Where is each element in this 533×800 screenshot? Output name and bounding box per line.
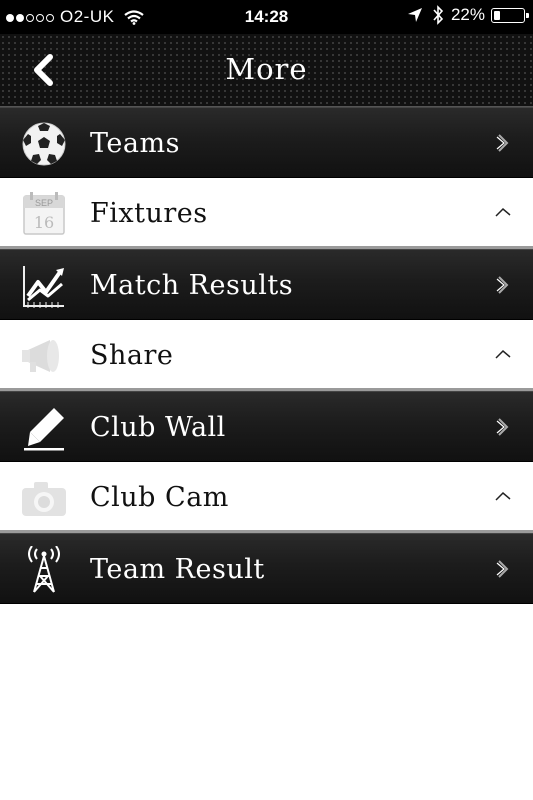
- carrier-name: O2-UK: [60, 7, 115, 26]
- menu-item-label: Team Result: [90, 554, 265, 585]
- megaphone-icon: [22, 340, 59, 372]
- wifi-icon: [124, 9, 145, 25]
- menu-item-club-cam[interactable]: Club Cam: [0, 462, 533, 533]
- camera-icon: [22, 482, 66, 516]
- chevron-up-icon: [495, 349, 511, 359]
- battery-percent: 22%: [450, 5, 485, 24]
- menu-list: Teams SEP 16 Fixtures Match Results Shar…: [0, 107, 533, 604]
- chevron-left-icon: [34, 54, 53, 86]
- back-button[interactable]: [26, 52, 62, 88]
- menu-item-label: Teams: [90, 128, 180, 159]
- menu-item-label: Fixtures: [90, 198, 208, 229]
- menu-item-club-wall[interactable]: Club Wall: [0, 391, 533, 462]
- navigation-bar: More: [0, 34, 533, 107]
- chevron-right-icon: [496, 134, 509, 152]
- menu-item-match-results[interactable]: Match Results: [0, 249, 533, 320]
- menu-item-teams[interactable]: Teams: [0, 107, 533, 178]
- location-arrow-icon: [407, 8, 422, 22]
- chevron-right-icon: [496, 276, 509, 294]
- signal-strength-icon: [6, 7, 56, 27]
- menu-item-label: Club Cam: [90, 482, 229, 513]
- soccer-ball-icon: [22, 122, 66, 166]
- menu-item-label: Club Wall: [90, 412, 226, 443]
- menu-item-label: Share: [90, 340, 174, 371]
- pencil-icon: [24, 408, 64, 451]
- menu-item-fixtures[interactable]: SEP 16 Fixtures: [0, 178, 533, 249]
- bluetooth-icon: [433, 5, 444, 25]
- menu-item-share[interactable]: Share: [0, 320, 533, 391]
- menu-item-team-result[interactable]: Team Result: [0, 533, 533, 604]
- antenna-icon: [28, 546, 60, 593]
- svg-text:16: 16: [34, 213, 54, 232]
- chevron-up-icon: [495, 491, 511, 501]
- battery-icon: [491, 7, 529, 23]
- menu-item-label: Match Results: [90, 270, 294, 301]
- page-title: More: [225, 52, 308, 86]
- svg-text:SEP: SEP: [35, 198, 53, 208]
- chevron-up-icon: [495, 207, 511, 217]
- chevron-right-icon: [496, 418, 509, 436]
- status-left: O2-UK: [6, 7, 145, 27]
- calendar-icon: SEP 16: [23, 192, 65, 235]
- status-right: 22%: [407, 5, 529, 25]
- chevron-right-icon: [496, 560, 509, 578]
- status-bar: O2-UK 14:28 22%: [0, 0, 533, 34]
- chart-icon: [23, 266, 64, 308]
